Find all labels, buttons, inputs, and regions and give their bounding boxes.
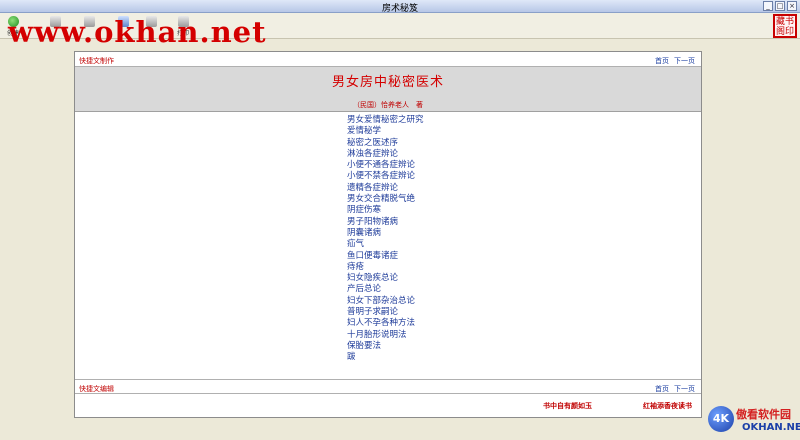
top-left-link[interactable]: 快捷文制作: [79, 56, 114, 66]
bottom-nav-bar: 快捷文编辑 首页 下一页: [75, 379, 701, 394]
toc-item[interactable]: 妇女隐疾总论: [347, 273, 424, 284]
logo-icon: 4K: [708, 406, 734, 432]
bottom-nav-links: 首页 下一页: [655, 384, 695, 394]
toc-item[interactable]: 鱼口便毒诸症: [347, 251, 424, 262]
book-header: 男女房中秘密医术 （民国）恰养老人 著: [75, 67, 701, 112]
toc-item[interactable]: 保胎要法: [347, 341, 424, 352]
bottom-left-link[interactable]: 快捷文编辑: [79, 384, 114, 394]
toc-item[interactable]: 妇人不孕各种方法: [347, 318, 424, 329]
toc-item[interactable]: 疝气: [347, 239, 424, 250]
toc-item[interactable]: 男女爱情秘密之研究: [347, 115, 424, 126]
toolbar: 创建 打印 www.okhan.net: [0, 13, 800, 47]
logo-cn-text: 傲看软件园: [736, 408, 791, 421]
toc-item[interactable]: 爱情秘学: [347, 126, 424, 137]
toc-item[interactable]: 阴症伤寒: [347, 205, 424, 216]
seal-stamp: 藏书阁印: [773, 14, 797, 38]
toc-item[interactable]: 淋浊各症辨论: [347, 149, 424, 160]
watermark-text: www.okhan.net: [8, 15, 267, 49]
toc-item[interactable]: 产后总论: [347, 284, 424, 295]
top-nav-bar: 快捷文制作 首页 下一页: [75, 52, 701, 67]
window-controls: _ □ ×: [763, 1, 797, 11]
toc-item[interactable]: 十月胎形说明法: [347, 330, 424, 341]
home-link[interactable]: 首页: [655, 384, 669, 394]
book-author: （民国）恰养老人 著: [353, 101, 423, 109]
title-bar: 房术秘笈 _ □ ×: [0, 0, 800, 14]
close-button[interactable]: ×: [787, 1, 797, 11]
logo-en-text: OKHAN.NET: [742, 422, 800, 433]
toc-item[interactable]: 小便不通各症辨论: [347, 160, 424, 171]
site-logo: 4K 傲看软件园 OKHAN.NET: [708, 404, 800, 440]
top-nav-links: 首页 下一页: [655, 56, 695, 66]
toc-item[interactable]: 男子阳物诸病: [347, 217, 424, 228]
next-page-link[interactable]: 下一页: [674, 384, 695, 394]
table-of-contents: 男女爱情秘密之研究 爱情秘学 秘密之医述序 淋浊各症辨论 小便不通各症辨论 小便…: [347, 115, 424, 364]
toc-item[interactable]: 痔疮: [347, 262, 424, 273]
toc-item[interactable]: 小便不禁各症辨论: [347, 171, 424, 182]
footer-motto-left: 书中自有颜如玉: [543, 402, 592, 410]
next-page-link[interactable]: 下一页: [674, 56, 695, 66]
footer-motto-right: 红袖添香夜读书: [643, 402, 692, 410]
toc-item[interactable]: 普明子求嗣论: [347, 307, 424, 318]
toc-item[interactable]: 男女交合精脱气绝: [347, 194, 424, 205]
book-title: 男女房中秘密医术: [331, 75, 444, 90]
minimize-button[interactable]: _: [763, 1, 773, 11]
book-page: 快捷文制作 首页 下一页 男女房中秘密医术 （民国）恰养老人 著 男女爱情秘密之…: [74, 51, 702, 418]
home-link[interactable]: 首页: [655, 56, 669, 66]
toc-item[interactable]: 遗精各症辨论: [347, 183, 424, 194]
toc-item[interactable]: 妇女下部杂治总论: [347, 296, 424, 307]
maximize-button[interactable]: □: [775, 1, 785, 11]
toc-item[interactable]: 阴囊诸病: [347, 228, 424, 239]
toc-item[interactable]: 跋: [347, 352, 424, 363]
toc-item[interactable]: 秘密之医述序: [347, 138, 424, 149]
page-footer: 书中自有颜如玉 红袖添香夜读书: [75, 395, 701, 417]
